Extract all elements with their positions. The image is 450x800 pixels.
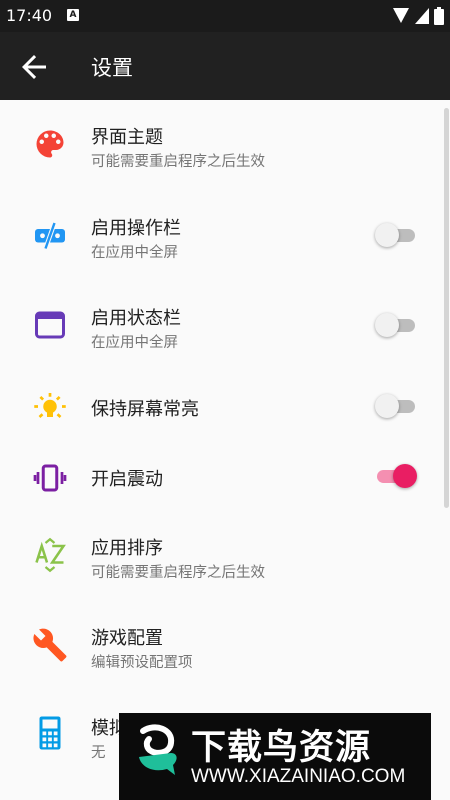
setting-subtitle: 在应用中全屏	[91, 245, 178, 261]
setting-item-theme[interactable]: 界面主题 可能需要重启程序之后生效	[0, 114, 440, 194]
status-time: 17:40	[6, 6, 53, 25]
setting-subtitle: 可能需要重启程序之后生效	[91, 154, 265, 170]
battery-icon	[434, 7, 444, 25]
notification-icon: A	[67, 9, 79, 21]
vibration-icon	[33, 464, 67, 492]
setting-subtitle: 可能需要重启程序之后生效	[91, 565, 265, 581]
page-title: 设置	[91, 56, 133, 80]
arrow-back-icon	[22, 55, 46, 79]
cellular-signal-icon	[415, 8, 429, 24]
light-bulb-icon	[34, 393, 66, 419]
setting-title: 保持屏幕常亮	[91, 399, 199, 420]
wrench-icon	[33, 628, 67, 662]
status-icons	[392, 7, 444, 25]
setting-subtitle: 在应用中全屏	[91, 335, 178, 351]
toggle-thumb	[375, 223, 399, 247]
window-icon	[35, 311, 65, 339]
setting-item-status-bar[interactable]: 启用状态栏 在应用中全屏	[0, 295, 440, 375]
setting-title: 启用状态栏	[91, 308, 181, 329]
status-bar: 17:40 A	[0, 0, 450, 32]
setting-title: 游戏配置	[91, 628, 163, 649]
bird-logo-icon	[139, 724, 177, 775]
status-bar-toggle[interactable]	[375, 313, 417, 337]
setting-item-action-bar[interactable]: 启用操作栏 在应用中全屏	[0, 205, 440, 285]
vibration-toggle[interactable]	[375, 464, 417, 488]
setting-item-game-config[interactable]: 游戏配置 编辑预设配置项	[0, 615, 440, 695]
setting-item-app-sort[interactable]: 应用排序 可能需要重启程序之后生效	[0, 525, 440, 605]
sort-az-icon	[35, 537, 66, 573]
calculator-icon	[39, 716, 61, 750]
toolbar-off-icon	[35, 222, 65, 250]
keep-screen-on-toggle[interactable]	[375, 394, 417, 418]
app-bar: 设置	[0, 32, 450, 100]
setting-subtitle: 编辑预设配置项	[91, 655, 193, 671]
setting-subtitle: 无	[91, 745, 106, 761]
setting-item-keep-screen-on[interactable]: 保持屏幕常亮	[0, 380, 440, 460]
setting-title: 应用排序	[91, 538, 163, 559]
action-bar-toggle[interactable]	[375, 223, 417, 247]
setting-title: 启用操作栏	[91, 218, 181, 239]
toggle-thumb	[375, 313, 399, 337]
setting-title: 界面主题	[91, 127, 163, 148]
signal-strength-icon	[393, 8, 409, 23]
toggle-thumb	[375, 394, 399, 418]
setting-title: 开启震动	[91, 469, 163, 490]
palette-icon	[36, 130, 64, 158]
setting-item-vibration[interactable]: 开启震动	[0, 450, 440, 530]
toggle-thumb	[393, 464, 417, 488]
watermark-url: WWW.XIAZAINIAO.COM	[191, 766, 406, 787]
back-button[interactable]	[16, 49, 52, 85]
scrollbar[interactable]	[444, 108, 449, 508]
watermark-banner: 下载鸟资源 WWW.XIAZAINIAO.COM	[119, 713, 431, 800]
watermark-title: 下载鸟资源	[191, 728, 372, 768]
